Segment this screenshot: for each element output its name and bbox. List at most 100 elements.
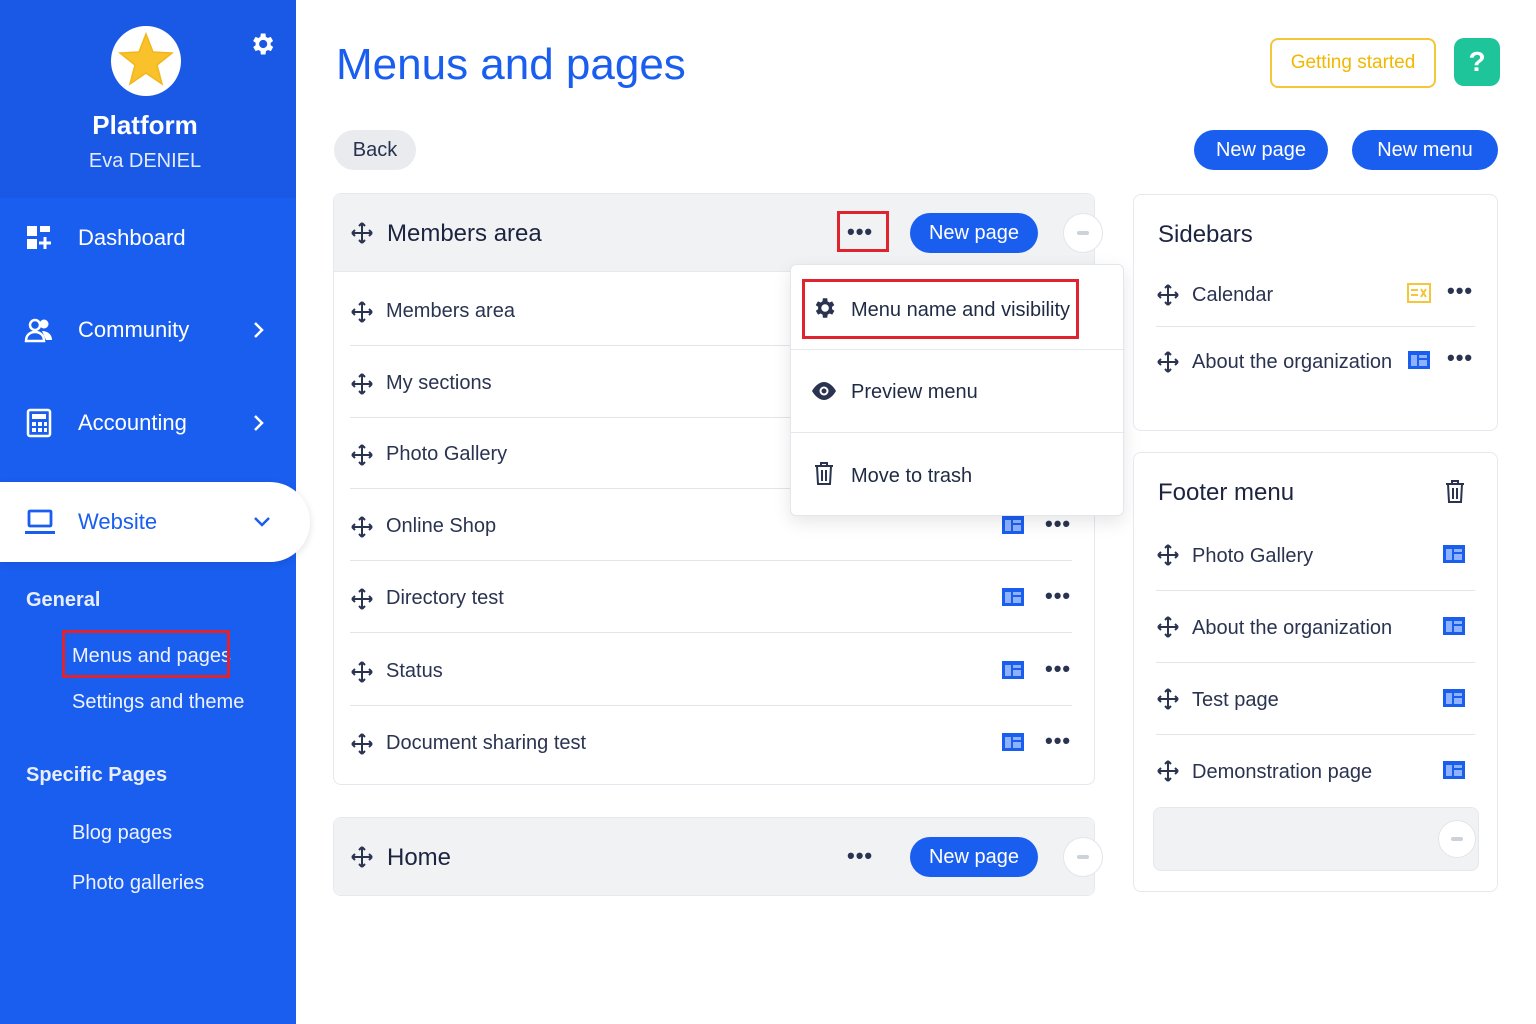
move-to-trash-label: Move to trash bbox=[851, 465, 973, 487]
move-handle-icon[interactable] bbox=[350, 515, 374, 539]
eye-icon bbox=[812, 382, 836, 400]
sidebar-row[interactable]: Calendar ••• bbox=[1156, 261, 1475, 327]
sidebar-link-blog-pages[interactable]: Blog pages bbox=[72, 822, 172, 845]
footer-row[interactable]: Test page bbox=[1156, 663, 1475, 735]
menu-name-visibility-option[interactable]: Menu name and visibility bbox=[791, 265, 1125, 349]
getting-started-button[interactable]: Getting started bbox=[1270, 38, 1436, 88]
move-handle-icon[interactable] bbox=[350, 300, 374, 324]
move-to-trash-option[interactable]: Move to trash bbox=[791, 433, 1125, 517]
menu-options-dropdown: Menu name and visibility Preview menu Mo… bbox=[790, 264, 1125, 517]
move-handle-icon[interactable] bbox=[1156, 759, 1180, 783]
trash-icon bbox=[815, 462, 833, 485]
row-more-button[interactable]: ••• bbox=[1447, 278, 1473, 304]
row-more-button[interactable]: ••• bbox=[1045, 656, 1071, 682]
menu-row[interactable]: Document sharing test ••• bbox=[350, 706, 1072, 778]
footer-row[interactable]: Photo Gallery bbox=[1156, 519, 1475, 591]
row-label: Status bbox=[386, 660, 443, 682]
footer-row[interactable]: About the organization bbox=[1156, 591, 1475, 663]
row-label: Document sharing test bbox=[386, 732, 587, 754]
move-handle-icon[interactable] bbox=[1156, 615, 1180, 639]
sidebar: Platform Eva DENIEL Dashboard Community … bbox=[0, 0, 310, 1024]
footer-drop-zone bbox=[1153, 807, 1479, 871]
members-area-header: Members area ••• New page bbox=[334, 194, 1103, 272]
settings-gear-icon[interactable] bbox=[248, 30, 276, 58]
row-more-button[interactable]: ••• bbox=[1045, 583, 1071, 609]
footer-menu-title: Footer menu bbox=[1158, 479, 1295, 506]
footer-menu-card: Footer menu Photo Gallery About the orga… bbox=[1133, 452, 1498, 892]
row-more-button[interactable]: ••• bbox=[1045, 728, 1071, 754]
sidebar-link-settings-and-theme[interactable]: Settings and theme bbox=[72, 691, 244, 714]
row-label: Members area bbox=[386, 300, 515, 322]
page-layout-icon bbox=[1002, 733, 1024, 751]
move-handle-icon[interactable] bbox=[1156, 687, 1180, 711]
nav-community-label: Community bbox=[78, 317, 190, 342]
preview-menu-option[interactable]: Preview menu bbox=[791, 349, 1125, 433]
members-area-new-page-button[interactable]: New page bbox=[910, 213, 1038, 253]
move-handle-icon[interactable] bbox=[350, 221, 374, 245]
collapse-button[interactable] bbox=[1063, 213, 1103, 253]
home-header: Home ••• New page bbox=[334, 818, 1103, 895]
collapse-button[interactable] bbox=[1063, 837, 1103, 877]
general-heading: General bbox=[26, 589, 101, 611]
collapse-button[interactable] bbox=[1438, 820, 1476, 858]
move-handle-icon[interactable] bbox=[350, 732, 374, 756]
sidebars-card: Sidebars Calendar ••• About the organiza… bbox=[1133, 194, 1498, 431]
active-link-highlight bbox=[62, 630, 230, 678]
row-label: My sections bbox=[386, 372, 492, 394]
row-label: Photo Gallery bbox=[386, 443, 508, 465]
page-layout-icon bbox=[1443, 761, 1465, 779]
move-handle-icon[interactable] bbox=[350, 443, 374, 467]
chevron-right-icon bbox=[254, 415, 264, 431]
page-layout-icon bbox=[1443, 617, 1465, 635]
row-label: About the organization bbox=[1192, 351, 1393, 373]
new-menu-button[interactable]: New menu bbox=[1352, 130, 1498, 170]
move-handle-icon[interactable] bbox=[350, 372, 374, 396]
move-handle-icon[interactable] bbox=[1156, 543, 1180, 567]
sidebar-row[interactable]: About the organization ••• bbox=[1156, 328, 1475, 394]
nav-accounting[interactable]: Accounting bbox=[0, 393, 296, 453]
help-button[interactable]: ? bbox=[1454, 38, 1500, 86]
back-button[interactable]: Back bbox=[334, 130, 416, 170]
home-more-button[interactable]: ••• bbox=[847, 843, 873, 869]
home-title: Home bbox=[387, 844, 452, 871]
sidebar-link-photo-galleries[interactable]: Photo galleries bbox=[72, 872, 204, 895]
platform-logo bbox=[111, 26, 181, 96]
sidebar-header: Platform Eva DENIEL bbox=[0, 0, 296, 198]
page-layout-icon bbox=[1408, 351, 1430, 369]
page-title: Menus and pages bbox=[336, 40, 686, 89]
nav-community[interactable]: Community bbox=[0, 300, 296, 360]
move-handle-icon[interactable] bbox=[1156, 283, 1180, 307]
new-page-button[interactable]: New page bbox=[1194, 130, 1328, 170]
calendar-widget-icon bbox=[1407, 283, 1431, 303]
home-card: Home ••• New page bbox=[333, 817, 1103, 896]
menu-row[interactable]: Directory test ••• bbox=[350, 561, 1072, 633]
row-label: Calendar bbox=[1192, 284, 1274, 306]
row-label: Test page bbox=[1192, 689, 1279, 711]
user-name: Eva DENIEL bbox=[88, 150, 202, 172]
members-area-title: Members area bbox=[387, 220, 542, 247]
move-handle-icon[interactable] bbox=[350, 845, 374, 869]
row-label: Directory test bbox=[386, 587, 504, 609]
menu-row[interactable]: Status ••• bbox=[350, 634, 1072, 706]
specific-pages-heading: Specific Pages bbox=[26, 764, 168, 786]
row-label: Demonstration page bbox=[1192, 761, 1373, 783]
nav-website[interactable]: Website bbox=[0, 482, 310, 562]
page-layout-icon bbox=[1002, 588, 1024, 606]
move-handle-icon[interactable] bbox=[350, 660, 374, 684]
nav-dashboard[interactable]: Dashboard bbox=[0, 208, 296, 268]
move-handle-icon[interactable] bbox=[350, 587, 374, 611]
footer-row[interactable]: Demonstration page bbox=[1156, 735, 1475, 807]
members-area-more-button[interactable]: ••• bbox=[847, 219, 873, 245]
nav-dashboard-label: Dashboard bbox=[78, 225, 186, 250]
row-more-button[interactable]: ••• bbox=[1447, 345, 1473, 371]
move-handle-icon[interactable] bbox=[1156, 350, 1180, 374]
trash-icon[interactable] bbox=[1443, 478, 1467, 504]
laptop-icon bbox=[25, 509, 55, 534]
preview-menu-label: Preview menu bbox=[851, 381, 978, 403]
row-label: Photo Gallery bbox=[1192, 545, 1314, 567]
chevron-down-icon bbox=[254, 517, 270, 527]
sidebars-title: Sidebars bbox=[1158, 221, 1253, 248]
home-new-page-button[interactable]: New page bbox=[910, 837, 1038, 877]
page-layout-icon bbox=[1443, 689, 1465, 707]
chevron-right-icon bbox=[254, 322, 264, 338]
